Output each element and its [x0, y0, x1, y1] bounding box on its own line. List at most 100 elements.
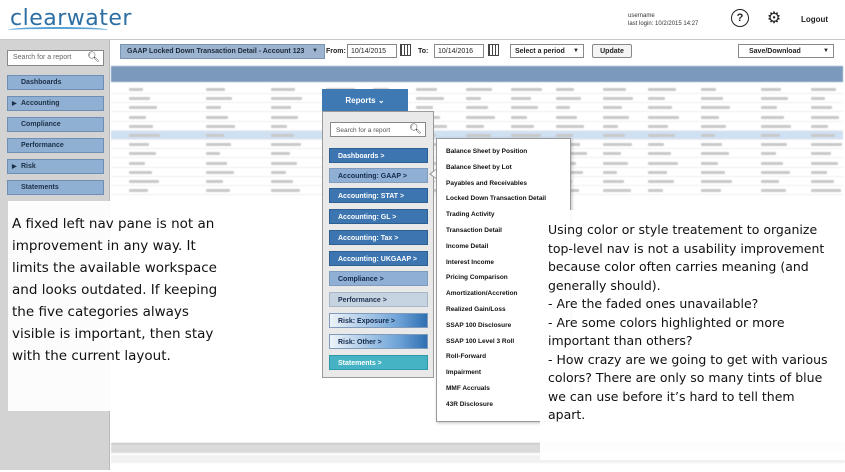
menu-item-accounting-tax[interactable]: Accounting: Tax > [329, 230, 428, 245]
annotation-left: A fixed left nav pane is not an improvem… [12, 216, 218, 364]
table-cell [648, 88, 676, 91]
nav-search-input[interactable]: Search for a report 🔍︎ [7, 50, 104, 66]
submenu-item[interactable]: Income Detail [446, 243, 488, 250]
menu-item-risk-other[interactable]: Risk: Other > [329, 334, 428, 349]
table-cell [206, 170, 234, 174]
menu-item-performance[interactable]: Performance > [329, 292, 428, 307]
menu-item-dashboards[interactable]: Dashboards > [329, 148, 428, 163]
period-select-value: Select a period [515, 48, 565, 55]
table-cell [603, 124, 618, 128]
table-cell [466, 115, 495, 119]
menu-item-compliance[interactable]: Compliance > [329, 271, 428, 286]
search-icon[interactable]: 🔍︎ [409, 124, 422, 135]
table-cell [129, 152, 156, 156]
table-cell [648, 134, 675, 137]
submenu-item[interactable]: Balance Sheet by Lot [446, 164, 512, 171]
table-cell [206, 134, 224, 137]
sidebar-item-accounting[interactable]: ▶ Accounting [7, 96, 104, 111]
submenu-item[interactable]: MMF Accruals [446, 385, 490, 392]
username: username [628, 13, 655, 19]
reports-search-input[interactable]: Search for a report 🔍︎ [330, 122, 426, 137]
menu-item-accounting-stat[interactable]: Accounting: STAT > [329, 188, 428, 203]
submenu-item[interactable]: Payables and Receivables [446, 180, 527, 187]
table-cell [761, 106, 777, 110]
caret-down-icon: ▼ [823, 48, 829, 54]
submenu-item[interactable]: Locked Down Transaction Detail [446, 195, 546, 202]
calendar-icon[interactable] [400, 44, 411, 56]
menu-item-accounting-ukgaap[interactable]: Accounting: UKGAAP > [329, 251, 428, 266]
submenu-item[interactable]: Pricing Comparison [446, 274, 508, 281]
table-cell [603, 97, 633, 101]
table-cell [761, 97, 788, 101]
table-cell [129, 161, 145, 165]
period-select[interactable]: Select a period ▼ [510, 44, 584, 58]
table-row[interactable] [111, 113, 843, 122]
table-cell [811, 115, 839, 119]
table-cell [206, 180, 223, 183]
table-cell [761, 134, 780, 137]
table-cell [761, 115, 784, 119]
submenu-item[interactable]: Transaction Detail [446, 227, 502, 234]
menu-item-accounting-gaap[interactable]: Accounting: GAAP > [329, 168, 428, 183]
logo-swoosh [8, 27, 108, 33]
search-icon[interactable]: 🔍︎ [87, 52, 100, 63]
sidebar-item-performance[interactable]: Performance [7, 138, 104, 153]
table-cell [129, 106, 157, 110]
table-cell [129, 143, 149, 147]
app-header: clearwater username last login: 10/2/201… [0, 0, 845, 40]
save-download-select[interactable]: Save/Download ▼ [738, 44, 834, 58]
report-selector[interactable]: GAAP Locked Down Transaction Detail - Ac… [120, 44, 325, 59]
table-cell [811, 134, 835, 137]
calendar-icon[interactable] [488, 44, 499, 56]
submenu-item[interactable]: Balance Sheet by Position [446, 148, 527, 155]
from-date-input[interactable]: 10/14/2015 [347, 44, 397, 58]
table-cell [603, 161, 628, 165]
user-info: username last login: 10/2/2015 14:27 [628, 12, 698, 28]
table-cell [648, 170, 667, 174]
table-cell [206, 97, 232, 101]
table-cell [129, 170, 152, 174]
table-cell [701, 170, 725, 174]
table-row[interactable] [111, 85, 843, 94]
sidebar-item-risk[interactable]: ▶ Risk [7, 159, 104, 174]
table-row[interactable] [111, 94, 843, 104]
menu-item-statements[interactable]: Statements > [329, 355, 428, 370]
table-cell [271, 143, 301, 147]
reports-menu-button[interactable]: Reports ⌄ [322, 89, 408, 111]
report-name: GAAP Locked Down Transaction Detail - Ac… [127, 48, 305, 55]
logout-link[interactable]: Logout [801, 15, 828, 24]
table-cell [701, 180, 732, 183]
submenu-item[interactable]: 43R Disclosure [446, 401, 493, 408]
table-cell [701, 143, 722, 147]
submenu-item[interactable]: Amortization/Accretion [446, 290, 518, 297]
table-cell [811, 180, 834, 183]
to-date-input[interactable]: 10/14/2016 [434, 44, 484, 58]
help-icon[interactable]: ? [731, 9, 749, 27]
sidebar-item-compliance[interactable]: Compliance [7, 117, 104, 132]
table-cell [811, 189, 841, 193]
table-cell [511, 115, 527, 119]
submenu-item[interactable]: Realized Gain/Loss [446, 306, 506, 313]
submenu-item[interactable]: SSAP 100 Level 3 Roll [446, 338, 514, 345]
submenu-item[interactable]: Impairment [446, 369, 481, 376]
submenu-item[interactable]: Roll-Forward [446, 353, 486, 360]
table-cell [811, 106, 832, 110]
table-row[interactable] [111, 122, 843, 131]
update-button[interactable]: Update [592, 44, 632, 58]
table-cell [129, 180, 159, 183]
save-download-label: Save/Download [749, 48, 801, 55]
submenu-item[interactable]: Trading Activity [446, 211, 495, 218]
table-cell [206, 189, 230, 193]
table-row[interactable] [111, 103, 843, 113]
submenu-item[interactable]: SSAP 100 Disclosure [446, 322, 511, 329]
sidebar-item-dashboards[interactable]: Dashboards [7, 75, 104, 90]
menu-item-accounting-gl[interactable]: Accounting: GL > [329, 209, 428, 224]
gear-icon[interactable]: ⚙ [765, 9, 783, 27]
submenu-item[interactable]: Interest Income [446, 259, 494, 266]
table-cell [648, 124, 668, 128]
table-cell [761, 180, 779, 183]
menu-item-risk-exposure[interactable]: Risk: Exposure > [329, 313, 428, 328]
table-cell [511, 106, 538, 110]
table-cell [511, 134, 541, 137]
sidebar-item-statements[interactable]: Statements [7, 180, 104, 195]
